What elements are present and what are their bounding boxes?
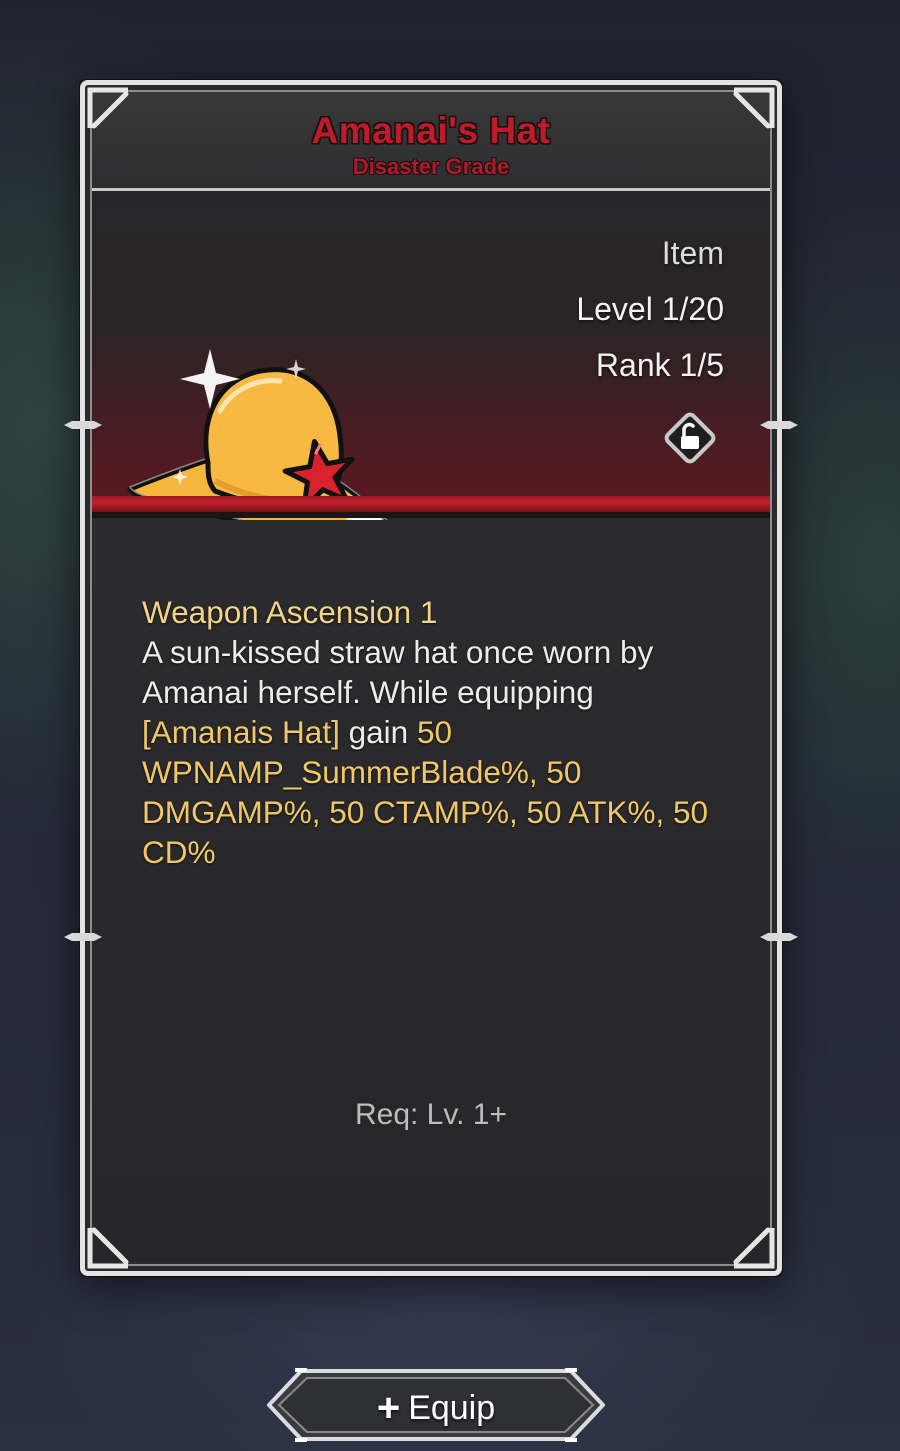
frame-corner xyxy=(86,1224,132,1270)
frame-pin xyxy=(760,414,798,429)
frame-corner xyxy=(730,1224,776,1270)
lock-toggle-icon[interactable] xyxy=(658,406,722,470)
item-card: Amanai's Hat Disaster Grade Item Level 1… xyxy=(64,80,798,1276)
frame-corner xyxy=(86,86,132,132)
item-name: Amanai's Hat xyxy=(311,110,551,151)
level-requirement: Req: Lv. 1+ xyxy=(354,1098,508,1131)
description-connector: gain xyxy=(348,714,409,750)
equip-button[interactable]: + Equip xyxy=(265,1366,607,1444)
frame-pin xyxy=(760,926,798,941)
frame-pin xyxy=(64,926,102,941)
ascension-title: Weapon Ascension 1 xyxy=(142,594,438,630)
equip-text: Equip xyxy=(408,1389,496,1427)
description-text: A sun-kissed straw hat once worn by Aman… xyxy=(142,634,654,710)
frame-pin xyxy=(64,414,102,429)
card-header: Amanai's Hat Disaster Grade xyxy=(90,90,772,191)
frame-corner xyxy=(730,86,776,132)
divider xyxy=(90,512,772,518)
item-rank: Rank 1/5 xyxy=(595,347,724,383)
item-description: Weapon Ascension 1 A sun-kissed straw ha… xyxy=(142,592,732,872)
item-grade: Disaster Grade xyxy=(352,154,510,179)
item-type: Item xyxy=(661,235,724,271)
equip-label: + Equip xyxy=(265,1384,607,1430)
rarity-stripe xyxy=(90,496,772,512)
plus-icon: + xyxy=(376,1386,401,1430)
highlight-item: [Amanais Hat] xyxy=(142,714,340,750)
item-level: Level 1/20 xyxy=(576,291,724,327)
